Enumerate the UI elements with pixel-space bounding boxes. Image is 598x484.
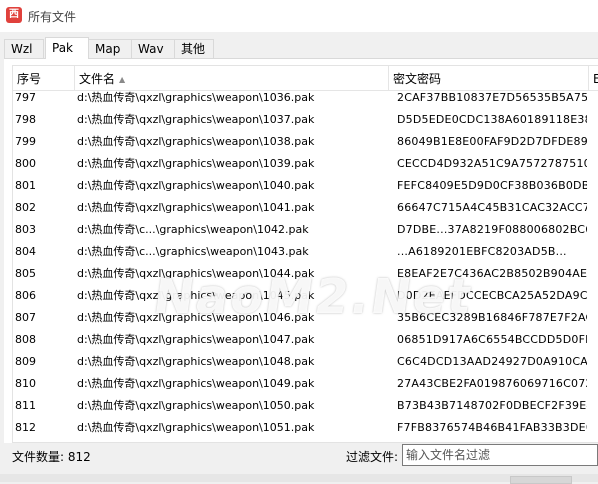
row-filename: d:\热血传奇\qxzl\graphics\weapon\1050.pak <box>77 399 315 412</box>
title-bar: 西 所有文件 <box>0 0 598 33</box>
row-index: 807 <box>15 311 36 324</box>
row-index: 800 <box>15 157 36 170</box>
row-filename: d:\热血传奇\qxzl\graphics\weapon\1039.pak <box>77 157 315 170</box>
row-index: 801 <box>15 179 36 192</box>
row-filename: d:\热血传奇\qxzl\graphics\weapon\1037.pak <box>77 113 315 126</box>
row-key: 06851D917A6C6554BCCDD5D0FB2... <box>397 333 587 346</box>
row-key: D7DBE...37A8219F088006802BC6... <box>397 223 587 236</box>
row-key: 66647C715A4C45B31CAC32ACC76... <box>397 201 587 214</box>
table-row[interactable]: 812 d:\热血传奇\qxzl\graphics\weapon\1051.pak… <box>13 417 598 439</box>
tab-bar: Wzl Pak Map Wav 其他 <box>4 37 594 59</box>
row-filename: d:\热血传奇\qxzl\graphics\weapon\1049.pak <box>77 377 315 390</box>
table-row[interactable]: 801 d:\热血传奇\qxzl\graphics\weapon\1040.pak… <box>13 175 598 197</box>
row-key: 2CAF37BB10837E7D56535B5A7590... <box>397 91 587 104</box>
table-row[interactable]: 797 d:\热血传奇\qxzl\graphics\weapon\1036.pak… <box>13 87 598 109</box>
table-row[interactable]: 810 d:\热血传奇\qxzl\graphics\weapon\1049.pak… <box>13 373 598 395</box>
row-index: 797 <box>15 91 36 104</box>
row-index: 805 <box>15 267 36 280</box>
row-key: 86049B1E8E00FAF9D2D7DFDE89A4... <box>397 135 587 148</box>
row-index: 812 <box>15 421 36 434</box>
row-key: CECCD4D932A51C9A75727875103... <box>397 157 587 170</box>
row-index: 811 <box>15 399 36 412</box>
table-row[interactable]: 804 d:\热血传奇\c...\graphics\weapon\1043.pak… <box>13 241 598 263</box>
tab-other[interactable]: 其他 <box>174 39 214 58</box>
row-key: D5D5EDE0CDC138A60189118E38D... <box>397 113 587 126</box>
row-filename: d:\热血传奇\qxzl\graphics\weapon\1036.pak <box>77 91 315 104</box>
row-index: 806 <box>15 289 36 302</box>
table-row[interactable]: 800 d:\热血传奇\qxzl\graphics\weapon\1039.pak… <box>13 153 598 175</box>
bottom-button[interactable] <box>510 476 572 484</box>
bottom-strip <box>0 474 598 482</box>
row-filename: d:\热血传奇\qxzl\graphics\weapon\1038.pak <box>77 135 315 148</box>
row-index: 809 <box>15 355 36 368</box>
tab-map[interactable]: Map <box>88 39 132 58</box>
table-row[interactable]: 811 d:\热血传奇\qxzl\graphics\weapon\1050.pak… <box>13 395 598 417</box>
filter-label: 过滤文件: <box>346 450 399 464</box>
row-key: FEFC8409E5D9D0CF38B036B0DB09... <box>397 179 587 192</box>
row-index: 798 <box>15 113 36 126</box>
row-filename: d:\热血传奇\c...\graphics\weapon\1043.pak <box>77 245 309 258</box>
table-row[interactable]: 799 d:\热血传奇\qxzl\graphics\weapon\1038.pak… <box>13 131 598 153</box>
row-index: 803 <box>15 223 36 236</box>
row-filename: d:\热血传奇\qxzl\graphics\weapon\1040.pak <box>77 179 315 192</box>
tab-wzl[interactable]: Wzl <box>4 39 44 58</box>
row-filename: d:\热血传奇\qxzl\graphics\weapon\1048.pak <box>77 355 315 368</box>
row-key: F7FB8376574B46B41FAB33B3DE0A... <box>397 421 587 434</box>
tab-pak[interactable]: Pak <box>45 37 89 59</box>
tab-wav[interactable]: Wav <box>131 39 175 58</box>
row-index: 799 <box>15 135 36 148</box>
row-key: ...A6189201EBFC8203AD5B... <box>397 245 567 258</box>
row-key: 27A43CBE2FA019876069716C0722... <box>397 377 587 390</box>
table-row[interactable]: 798 d:\热血传奇\qxzl\graphics\weapon\1037.pak… <box>13 109 598 131</box>
row-index: 810 <box>15 377 36 390</box>
app-icon: 西 <box>6 7 22 23</box>
list-rows: 797 d:\热血传奇\qxzl\graphics\weapon\1036.pak… <box>13 87 598 439</box>
file-list[interactable]: 序号 文件名▲ 密文密码 E 797d:\热血传奇\qxzl\graphics\… <box>12 65 598 443</box>
table-row[interactable]: 802 d:\热血传奇\qxzl\graphics\weapon\1041.pak… <box>13 197 598 219</box>
row-filename: d:\热血传奇\qxzl\graphics\weapon\1047.pak <box>77 333 315 346</box>
filter-input[interactable] <box>402 444 598 466</box>
row-filename: d:\热血传奇\qxzl\graphics\weapon\1041.pak <box>77 201 315 214</box>
row-index: 808 <box>15 333 36 346</box>
row-index: 802 <box>15 201 36 214</box>
table-row[interactable]: 803 d:\热血传奇\c...\graphics\weapon\1042.pak… <box>13 219 598 241</box>
row-filename: d:\热血传奇\c...\graphics\weapon\1042.pak <box>77 223 309 236</box>
window-title: 所有文件 <box>28 10 77 24</box>
tab-panel: 序号 文件名▲ 密文密码 E 797d:\热血传奇\qxzl\graphics\… <box>4 58 598 443</box>
table-row[interactable]: 808 d:\热血传奇\qxzl\graphics\weapon\1047.pak… <box>13 329 598 351</box>
row-key: C6C4DCD13AAD24927D0A910CA64... <box>397 355 587 368</box>
row-key: B73B43B7148702F0DBECF2F39E4A... <box>397 399 587 412</box>
row-index: 804 <box>15 245 36 258</box>
file-count: 文件数量: 812 <box>12 450 91 464</box>
watermark: NaoM2.Net <box>150 269 477 325</box>
sort-ascending-icon: ▲ <box>119 75 126 84</box>
table-row[interactable]: 809 d:\热血传奇\qxzl\graphics\weapon\1048.pak… <box>13 351 598 373</box>
row-filename: d:\热血传奇\qxzl\graphics\weapon\1051.pak <box>77 421 315 434</box>
